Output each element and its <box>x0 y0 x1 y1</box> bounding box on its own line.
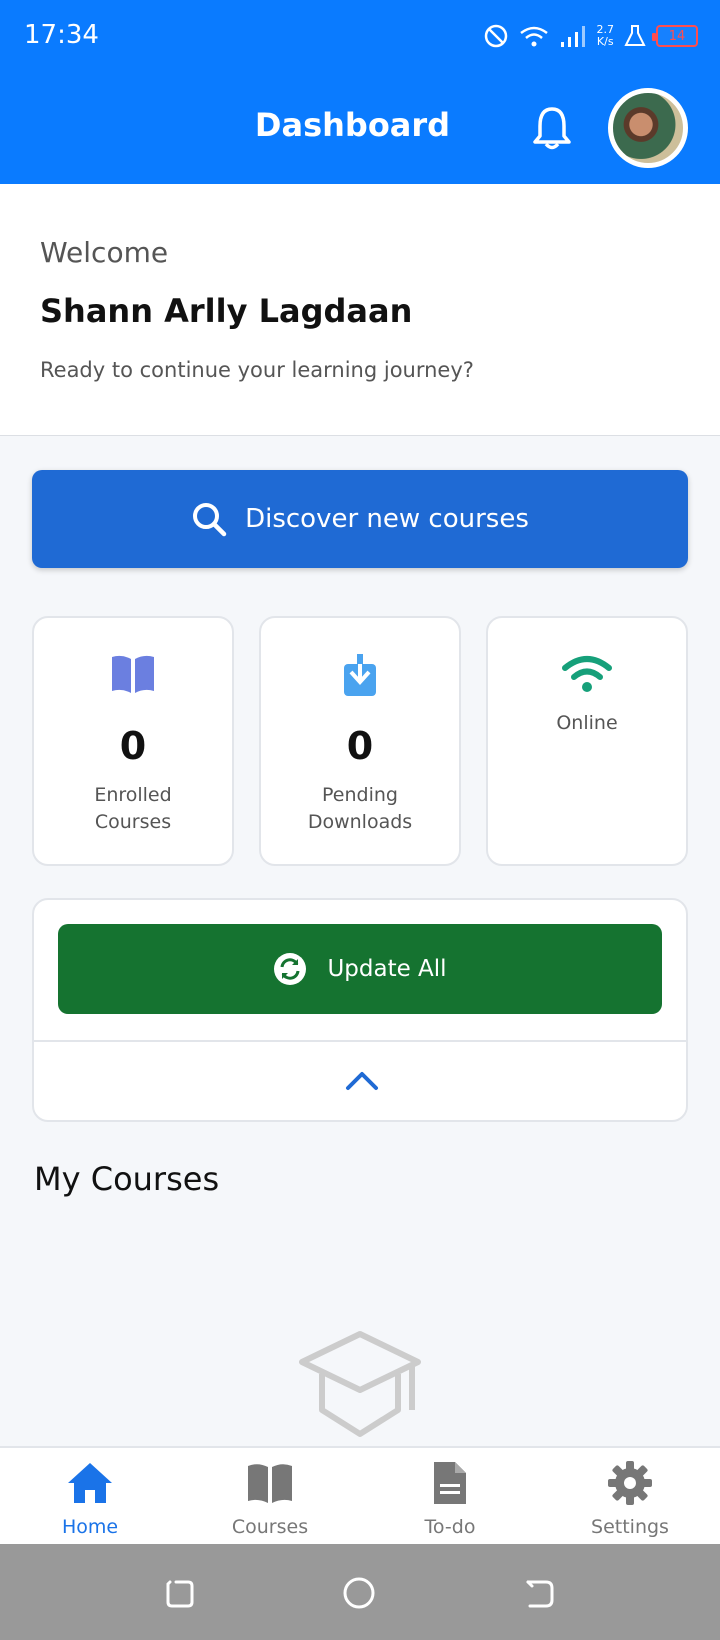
bottom-navigation: Home Courses To-do Settings <box>0 1446 720 1544</box>
pending-downloads-card[interactable]: 0 Pending Downloads <box>259 616 461 866</box>
graduation-cap-icon <box>299 1331 421 1437</box>
wifi-icon <box>562 656 612 692</box>
connection-status-card: Online <box>486 616 688 866</box>
nav-todo-label: To-do <box>424 1516 476 1538</box>
document-icon <box>434 1462 466 1504</box>
enrolled-courses-label: Enrolled Courses <box>34 782 232 836</box>
nav-todo[interactable]: To-do <box>370 1458 530 1538</box>
battery-indicator: 14 <box>652 25 698 47</box>
book-icon <box>248 1464 292 1503</box>
notifications-button[interactable] <box>530 104 574 152</box>
enrolled-courses-count: 0 <box>119 724 147 768</box>
pending-downloads-count: 0 <box>346 724 374 768</box>
enrolled-label-line1: Enrolled <box>94 784 172 806</box>
status-time: 17:34 <box>24 20 99 50</box>
bell-icon <box>533 107 571 150</box>
nav-courses-label: Courses <box>231 1516 309 1538</box>
back-icon <box>526 1580 554 1608</box>
update-panel: Update All <box>32 898 688 1122</box>
my-courses-heading: My Courses <box>34 1160 220 1198</box>
do-not-disturb-icon <box>484 24 507 48</box>
system-navigation-bar <box>0 1544 720 1640</box>
pending-downloads-label: Pending Downloads <box>261 782 459 836</box>
signal-icon <box>560 26 585 47</box>
back-system-button[interactable] <box>522 1576 556 1614</box>
book-icon <box>112 655 154 693</box>
app-header: 17:34 2.7 K/s 14 Dashboard <box>0 0 720 184</box>
home-system-button[interactable] <box>342 1576 376 1614</box>
discover-courses-button[interactable]: Discover new courses <box>32 470 688 568</box>
flask-icon <box>624 25 646 46</box>
collapse-button[interactable] <box>344 1068 380 1096</box>
divider <box>34 1040 686 1042</box>
nav-home[interactable]: Home <box>10 1458 170 1538</box>
recent-apps-button[interactable] <box>162 1576 196 1614</box>
home-icon <box>68 1463 112 1503</box>
update-all-button[interactable]: Update All <box>58 924 662 1014</box>
battery-level: 14 <box>668 28 686 44</box>
gear-icon <box>608 1461 652 1505</box>
welcome-card: Welcome Shann Arlly Lagdaan Ready to con… <box>0 184 720 436</box>
sync-icon <box>274 953 307 985</box>
empty-courses-illustration <box>296 1330 424 1444</box>
circle-home-icon <box>343 1577 375 1609</box>
user-name: Shann Arlly Lagdaan <box>40 292 413 330</box>
pending-label-line2: Downloads <box>307 811 413 833</box>
nav-courses[interactable]: Courses <box>190 1458 350 1538</box>
enrolled-label-line2: Courses <box>94 811 172 833</box>
connection-status-label: Online <box>556 712 618 734</box>
chevron-up-icon <box>346 1072 378 1090</box>
nav-settings-label: Settings <box>591 1516 669 1538</box>
recent-apps-icon <box>166 1580 194 1608</box>
nav-settings[interactable]: Settings <box>550 1458 710 1538</box>
network-speed: 2.7 K/s <box>597 24 615 48</box>
discover-courses-label: Discover new courses <box>245 504 529 534</box>
page-title: Dashboard <box>254 106 451 144</box>
wifi-status-icon <box>519 26 548 47</box>
welcome-greeting: Welcome <box>40 236 169 269</box>
download-icon <box>344 654 376 696</box>
status-icons: 2.7 K/s 14 <box>483 18 698 54</box>
welcome-subtitle: Ready to continue your learning journey? <box>40 358 474 382</box>
search-icon <box>193 503 227 537</box>
update-all-label: Update All <box>327 956 447 982</box>
enrolled-courses-card[interactable]: 0 Enrolled Courses <box>32 616 234 866</box>
pending-label-line1: Pending <box>322 784 398 806</box>
nav-home-label: Home <box>61 1516 119 1538</box>
avatar[interactable] <box>608 88 688 168</box>
network-speed-unit: K/s <box>596 35 614 48</box>
